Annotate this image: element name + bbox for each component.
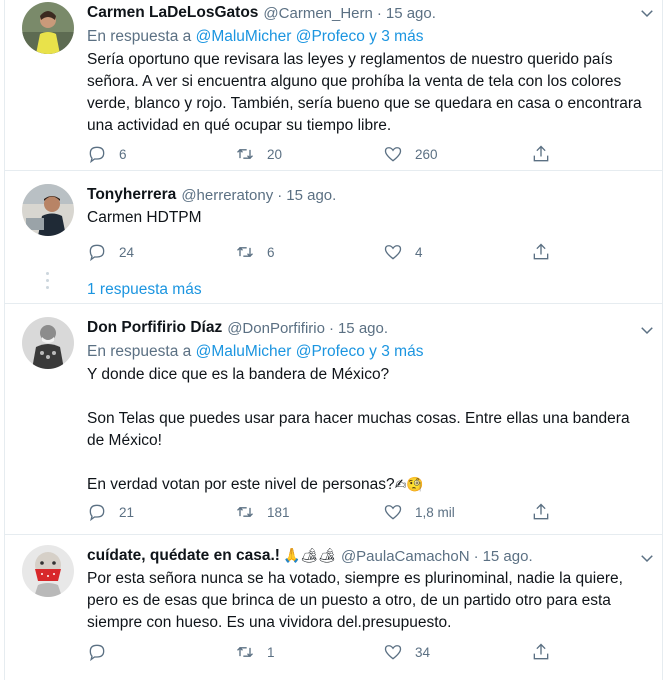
avatar[interactable] [22,184,74,236]
timeline: Carmen LaDeLosGatos @Carmen_Hern · 15 ag… [4,0,663,680]
avatar[interactable] [22,317,74,369]
tweet-text-body: Y donde dice que es la bandera de México… [87,366,630,493]
reply-count: 6 [119,146,127,162]
tweet-actions: 21 181 1,8 mil [87,501,557,523]
like-count: 4 [415,244,423,260]
avatar-image [22,2,74,54]
reply-button[interactable]: 6 [87,143,127,165]
reply-icon [89,644,105,662]
like-button[interactable]: 34 [383,641,430,663]
display-name[interactable]: Don Porfifirio Díaz [87,319,222,337]
retweet-count: 1 [267,644,275,660]
tweet-text: Y donde dice que es la bandera de México… [87,364,648,496]
like-button[interactable]: 1,8 mil [383,501,455,523]
share-button[interactable] [531,143,551,165]
avatar-image [22,545,74,597]
tweet-actions: 6 20 260 [87,143,557,165]
tweet-header: Tonyherrera @herreratony · 15 ago. [87,184,648,206]
user-handle[interactable]: @DonPorfifirio [227,320,325,337]
reply-button[interactable]: 24 [87,241,134,263]
separator-dot: · [376,4,382,22]
reply-context: En respuesta a @MaluMicher @Profeco y 3 … [87,341,648,363]
display-name[interactable]: Tonyherrera [87,186,176,204]
retweet-button[interactable]: 181 [235,501,290,523]
like-icon [384,245,402,260]
reply-button[interactable] [87,641,119,663]
retweet-icon [237,148,253,160]
avatar-image [22,184,74,236]
retweet-count: 20 [267,146,283,162]
timestamp[interactable]: 15 ago. [386,5,436,22]
tweet-donporfifirio[interactable]: Don Porfifirio Díaz @DonPorfifirio · 15 … [5,304,662,534]
reply-icon [89,146,105,164]
chevron-down-icon[interactable] [638,321,656,339]
like-count: 1,8 mil [415,504,455,520]
separator-dot: · [328,319,334,337]
retweet-button[interactable]: 20 [235,143,282,165]
reply-mentions-link[interactable]: @MaluMicher @Profeco y 3 más [196,28,424,45]
share-icon [533,145,549,162]
tweet-header: cuídate, quédate en casa.! 🙏🏕🏕 @PaulaCam… [87,545,648,567]
separator-dot: · [473,547,479,565]
retweet-icon [237,646,253,658]
display-name-emoji: 🙏🏕🏕 [282,548,336,564]
like-icon [384,505,402,520]
reply-context: En respuesta a @MaluMicher @Profeco y 3 … [87,26,648,48]
like-button[interactable]: 4 [383,241,423,263]
share-icon [533,643,549,660]
retweet-icon [237,246,253,258]
tweet-text: Carmen HDTPM [87,209,202,226]
retweet-count: 181 [267,504,290,520]
tweet-text: Por esta señora nunca se ha votado, siem… [87,570,628,631]
timestamp[interactable]: 15 ago. [483,548,533,565]
thread-dots [46,272,50,293]
tweet-text: Sería oportuno que revisara las leyes y … [87,51,646,134]
writing-hand-monocle-emoji: ✍🧐 [394,477,424,493]
show-more-replies-link[interactable]: 1 respuesta más [87,279,202,301]
reply-count: 21 [119,504,135,520]
retweet-button[interactable]: 6 [235,241,275,263]
tweet-carmen[interactable]: Carmen LaDeLosGatos @Carmen_Hern · 15 ag… [5,0,662,170]
tweet-header: Carmen LaDeLosGatos @Carmen_Hern · 15 ag… [87,2,648,24]
retweet-icon [237,506,253,518]
user-handle[interactable]: @Carmen_Hern [263,5,372,22]
avatar[interactable] [22,545,74,597]
like-count: 34 [415,644,431,660]
share-icon [533,243,549,260]
tweet-paulacamacho[interactable]: cuídate, quédate en casa.! 🙏🏕🏕 @PaulaCam… [5,535,662,680]
reply-icon [89,244,105,262]
user-handle[interactable]: @PaulaCamachoN [341,548,470,565]
like-count: 260 [415,146,438,162]
reply-count: 24 [119,244,135,260]
display-name[interactable]: Carmen LaDeLosGatos [87,4,258,22]
separator-dot: · [277,186,283,204]
avatar-image [22,317,74,369]
reply-icon [89,504,105,522]
avatar[interactable] [22,2,74,54]
share-icon [533,503,549,520]
tweet-header: Don Porfifirio Díaz @DonPorfifirio · 15 … [87,317,648,339]
display-name[interactable]: cuídate, quédate en casa.! [87,547,280,565]
reply-button[interactable]: 21 [87,501,134,523]
reply-prefix: En respuesta a [87,28,192,45]
reply-mentions-link[interactable]: @MaluMicher @Profeco y 3 más [196,343,424,360]
share-button[interactable] [531,501,551,523]
like-icon [384,147,402,162]
share-button[interactable] [531,241,551,263]
like-button[interactable]: 260 [383,143,438,165]
timestamp[interactable]: 15 ago. [338,320,388,337]
share-button[interactable] [531,641,551,663]
like-icon [384,645,402,660]
user-handle[interactable]: @herreratony [181,187,273,204]
tweet-actions: 1 34 [87,641,557,663]
chevron-down-icon[interactable] [638,4,656,22]
retweet-count: 6 [267,244,275,260]
tweet-actions: 24 6 4 [87,241,557,263]
chevron-down-icon[interactable] [638,549,656,567]
timestamp[interactable]: 15 ago. [286,187,336,204]
retweet-button[interactable]: 1 [235,641,275,663]
reply-prefix: En respuesta a [87,343,192,360]
